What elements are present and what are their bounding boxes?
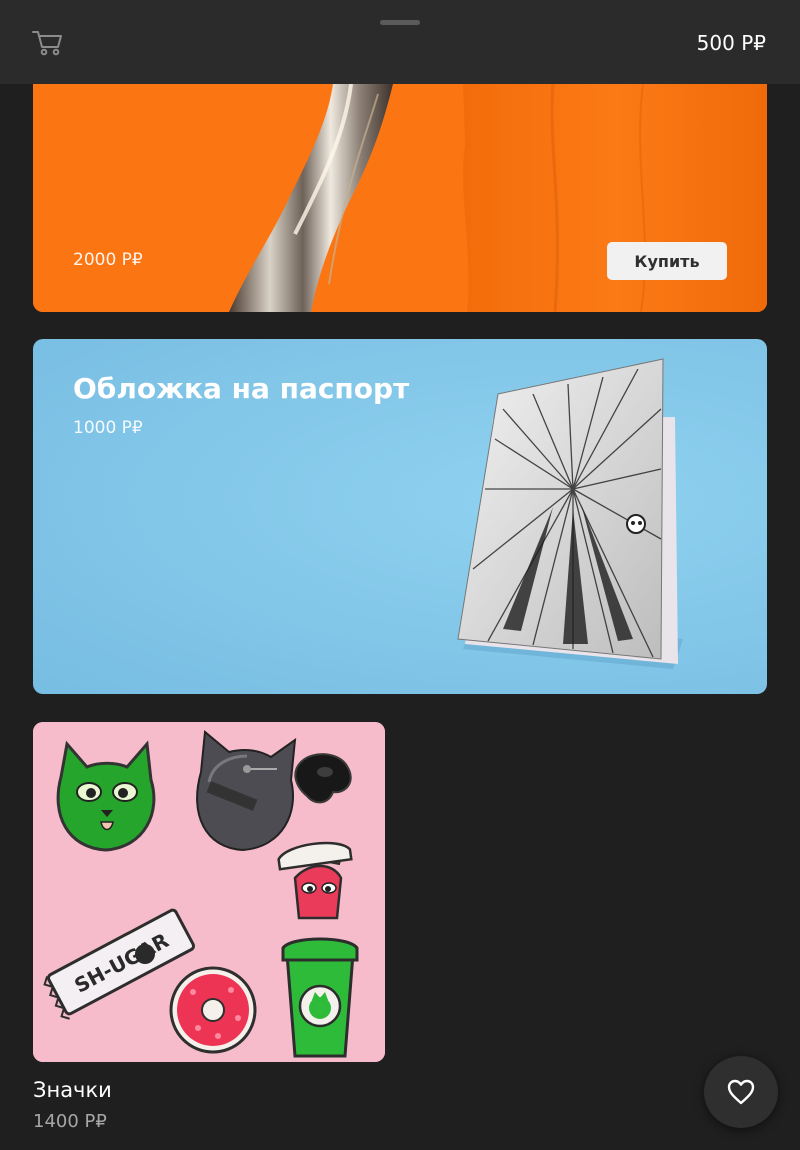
product-price: 1400 Р₽ <box>33 1111 107 1132</box>
product-title: Значки <box>33 1078 112 1102</box>
donut-pin <box>169 966 257 1054</box>
balance-amount: 500 Р₽ <box>696 31 766 55</box>
buy-button[interactable]: Купить <box>607 242 727 280</box>
product-price: 2000 Р₽ <box>73 250 143 270</box>
heart-icon <box>727 1079 755 1105</box>
product-title: Обложка на паспорт <box>73 372 410 405</box>
product-image-pins: SH-UGAR <box>33 722 385 1062</box>
drag-handle[interactable] <box>380 20 420 25</box>
product-card-pins[interactable]: SH-UGAR <box>33 722 385 1062</box>
product-card-passport[interactable]: Обложка на паспорт 1000 Р₽ <box>33 339 767 694</box>
product-price: 1000 Р₽ <box>73 418 143 438</box>
favorite-button[interactable] <box>704 1056 778 1128</box>
dark-pin-back <box>196 730 297 852</box>
top-bar: 500 Р₽ <box>0 0 800 84</box>
product-card-orange[interactable]: 2000 Р₽ Купить <box>33 84 767 312</box>
cart-icon[interactable] <box>32 29 64 57</box>
